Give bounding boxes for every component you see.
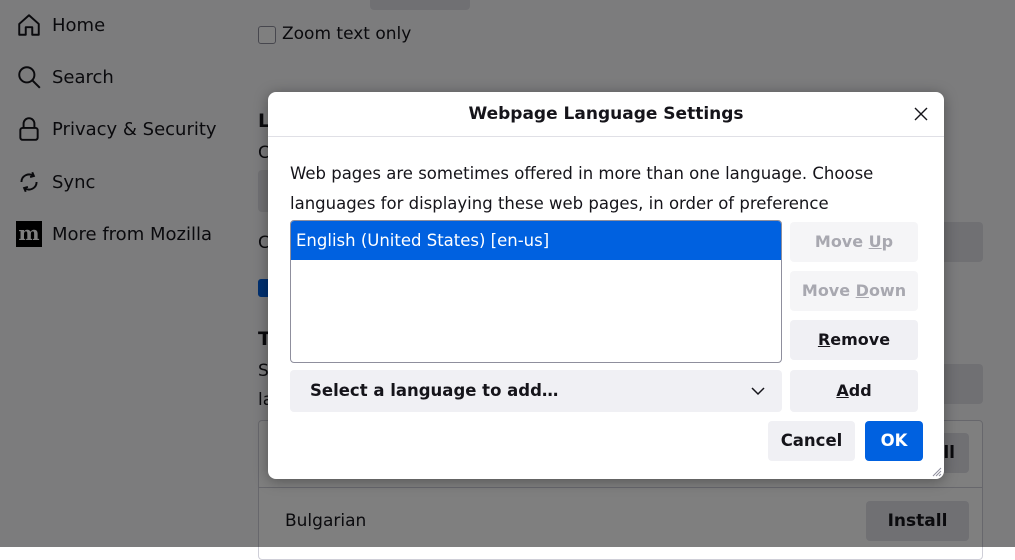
remove-button[interactable]: Remove: [790, 320, 918, 360]
language-list[interactable]: English (United States) [en-us]: [290, 220, 782, 363]
access-key: D: [855, 281, 869, 300]
resize-grip-icon[interactable]: [930, 465, 942, 477]
access-key: A: [836, 381, 849, 400]
label-part: Move: [814, 232, 869, 251]
chevron-down-icon: [751, 387, 765, 396]
select-placeholder: Select a language to add…: [310, 381, 559, 400]
cancel-button[interactable]: Cancel: [768, 421, 855, 461]
dialog-title: Webpage Language Settings: [468, 104, 744, 124]
label-part: Move: [801, 281, 856, 300]
dialog-header: Webpage Language Settings: [268, 92, 944, 137]
move-down-button[interactable]: Move Down: [790, 271, 918, 311]
label-part: emove: [830, 330, 891, 349]
webpage-language-dialog: Webpage Language Settings Web pages are …: [268, 92, 944, 479]
label-part: own: [868, 281, 907, 300]
close-button[interactable]: [910, 103, 932, 125]
access-key: R: [817, 330, 831, 349]
label-part: p: [881, 232, 894, 251]
label-part: dd: [848, 381, 872, 400]
close-icon: [914, 107, 928, 121]
language-list-item[interactable]: English (United States) [en-us]: [291, 221, 781, 260]
move-up-button[interactable]: Move Up: [790, 222, 918, 262]
dialog-description: Web pages are sometimes offered in more …: [290, 164, 874, 213]
ok-button[interactable]: OK: [865, 421, 923, 461]
language-select-dropdown[interactable]: Select a language to add…: [290, 370, 782, 412]
add-button[interactable]: Add: [790, 370, 918, 412]
access-key: U: [868, 232, 882, 251]
